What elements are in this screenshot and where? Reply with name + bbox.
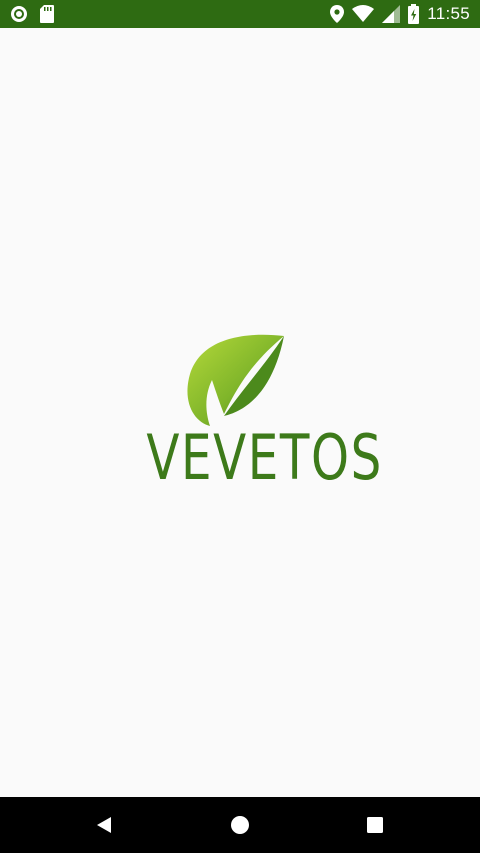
status-left-icons bbox=[10, 4, 54, 24]
home-icon bbox=[231, 816, 249, 834]
sd-card-icon bbox=[40, 5, 54, 23]
status-bar: 11:55 bbox=[0, 0, 480, 28]
navigation-bar bbox=[0, 797, 480, 853]
leaf-logo-icon bbox=[187, 334, 284, 426]
splash-screen: VEVETOS bbox=[0, 28, 480, 797]
back-button[interactable] bbox=[90, 811, 118, 839]
back-icon bbox=[97, 817, 111, 833]
brand-name: VEVETOS bbox=[146, 421, 383, 494]
home-button[interactable] bbox=[226, 811, 254, 839]
cell-signal-icon bbox=[382, 5, 401, 23]
status-right-icons: 11:55 bbox=[330, 4, 470, 24]
notification-circle-icon bbox=[10, 5, 28, 23]
wifi-icon bbox=[352, 5, 375, 23]
app-screen: 11:55 VEVETOS bbox=[0, 0, 480, 853]
recents-icon bbox=[367, 817, 383, 833]
status-time: 11:55 bbox=[427, 4, 470, 23]
battery-charging-icon bbox=[408, 4, 420, 24]
location-pin-icon bbox=[330, 5, 345, 23]
recents-button[interactable] bbox=[361, 811, 389, 839]
app-logo: VEVETOS bbox=[120, 328, 383, 498]
